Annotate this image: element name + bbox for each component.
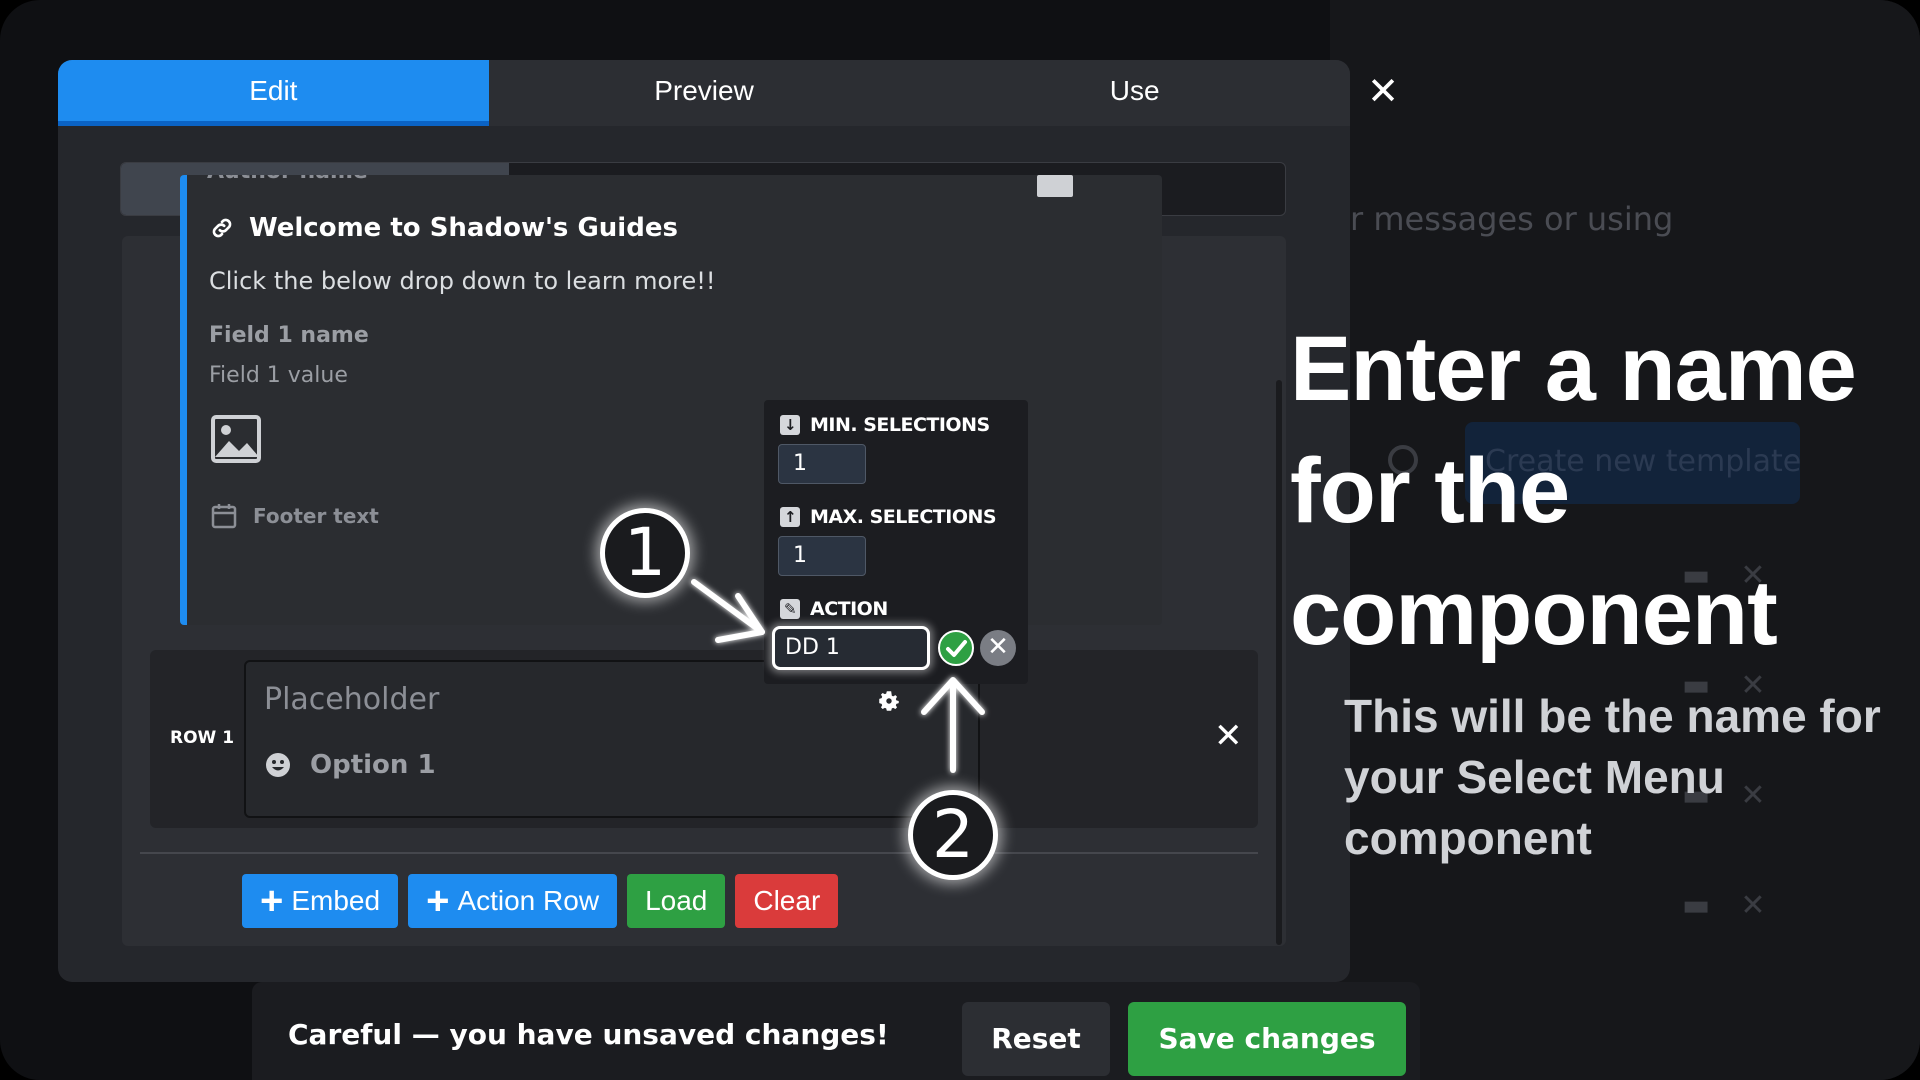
thumbnail-icon[interactable] — [1037, 175, 1073, 197]
caption-subtitle: This will be the name for your Select Me… — [1344, 690, 1881, 864]
embed-title[interactable]: Welcome to Shadow's Guides — [209, 213, 678, 243]
scrollbar[interactable] — [1276, 380, 1282, 945]
min-selections-label: ↓ MIN. SELECTIONS — [780, 414, 990, 436]
embed-title-text: Welcome to Shadow's Guides — [249, 213, 678, 243]
image-icon[interactable] — [211, 415, 261, 463]
add-embed-label: Embed — [291, 885, 381, 916]
arrow-up-icon: ↑ — [780, 507, 800, 527]
tab-use[interactable]: Use — [919, 60, 1350, 126]
select-option[interactable]: Option 1 — [264, 750, 436, 780]
load-button[interactable]: Load — [627, 874, 726, 928]
max-selections-input[interactable]: 1 — [778, 536, 866, 576]
max-selections-text: MAX. SELECTIONS — [810, 506, 997, 528]
cancel-icon[interactable]: ✕ — [980, 630, 1016, 666]
add-buttons: + Embed + Action Row Load Clear — [242, 874, 839, 928]
field-value[interactable]: Field 1 value — [209, 363, 348, 388]
plus-icon: + — [426, 879, 450, 923]
template-row-actions: ▬ ✕ — [1682, 885, 1772, 925]
embed-author[interactable]: Author name — [207, 175, 368, 184]
select-placeholder[interactable]: Placeholder — [264, 682, 439, 717]
tab-edit[interactable]: Edit — [58, 60, 489, 126]
reset-button[interactable]: Reset — [962, 1002, 1110, 1076]
top-tabs: Edit Preview Use — [58, 60, 1350, 126]
action-input[interactable]: DD 1 — [772, 626, 930, 670]
step-two-badge: 2 — [908, 790, 998, 880]
field-name[interactable]: Field 1 name — [209, 323, 369, 348]
pencil-icon: ✎ — [780, 599, 800, 619]
option-label: Option 1 — [310, 750, 436, 780]
save-changes-button[interactable]: Save changes — [1128, 1002, 1406, 1076]
close-modal-icon[interactable]: ✕ — [1366, 72, 1400, 110]
link-icon — [212, 218, 232, 238]
action-label: ✎ ACTION — [780, 598, 888, 620]
tab-preview[interactable]: Preview — [489, 60, 920, 126]
action-text: ACTION — [810, 598, 888, 620]
add-action-row-label: Action Row — [457, 885, 600, 916]
step-one-badge: 1 — [600, 508, 690, 598]
app-frame: r messages or using Create new template … — [0, 0, 1920, 1080]
action-row: ROW 1 Placeholder Option 1 ✕ — [150, 650, 1258, 828]
confirm-check-icon[interactable] — [938, 630, 974, 666]
row-label: ROW 1 — [170, 728, 235, 748]
gear-icon[interactable] — [876, 688, 902, 714]
unsaved-message: Careful — you have unsaved changes! — [288, 1018, 889, 1051]
unsaved-changes-bar: Careful — you have unsaved changes! Rese… — [252, 982, 1420, 1080]
embed-footer[interactable]: Footer text — [211, 503, 379, 529]
folder-icon[interactable]: ▬ — [1682, 888, 1710, 923]
remove-row-icon[interactable]: ✕ — [1214, 716, 1243, 756]
emoji-icon[interactable] — [264, 751, 292, 779]
min-selections-input[interactable]: 1 — [778, 444, 866, 484]
caption-title: Enter a name for the component — [1290, 318, 1857, 664]
min-selections-text: MIN. SELECTIONS — [810, 414, 990, 436]
arrow-down-icon: ↓ — [780, 415, 800, 435]
close-icon[interactable]: ✕ — [1740, 888, 1765, 923]
plus-icon: + — [260, 879, 284, 923]
add-action-row-button[interactable]: + Action Row — [408, 874, 618, 928]
clear-button[interactable]: Clear — [735, 874, 839, 928]
embed-description[interactable]: Click the below drop down to learn more!… — [209, 267, 716, 295]
max-selections-label: ↑ MAX. SELECTIONS — [780, 506, 997, 528]
calendar-icon — [211, 504, 237, 529]
footer-text: Footer text — [253, 504, 379, 528]
add-embed-button[interactable]: + Embed — [242, 874, 399, 928]
divider — [140, 852, 1258, 854]
background-text: r messages or using — [1350, 200, 1674, 238]
select-settings-popup: ↓ MIN. SELECTIONS 1 ↑ MAX. SELECTIONS 1 … — [764, 400, 1028, 684]
